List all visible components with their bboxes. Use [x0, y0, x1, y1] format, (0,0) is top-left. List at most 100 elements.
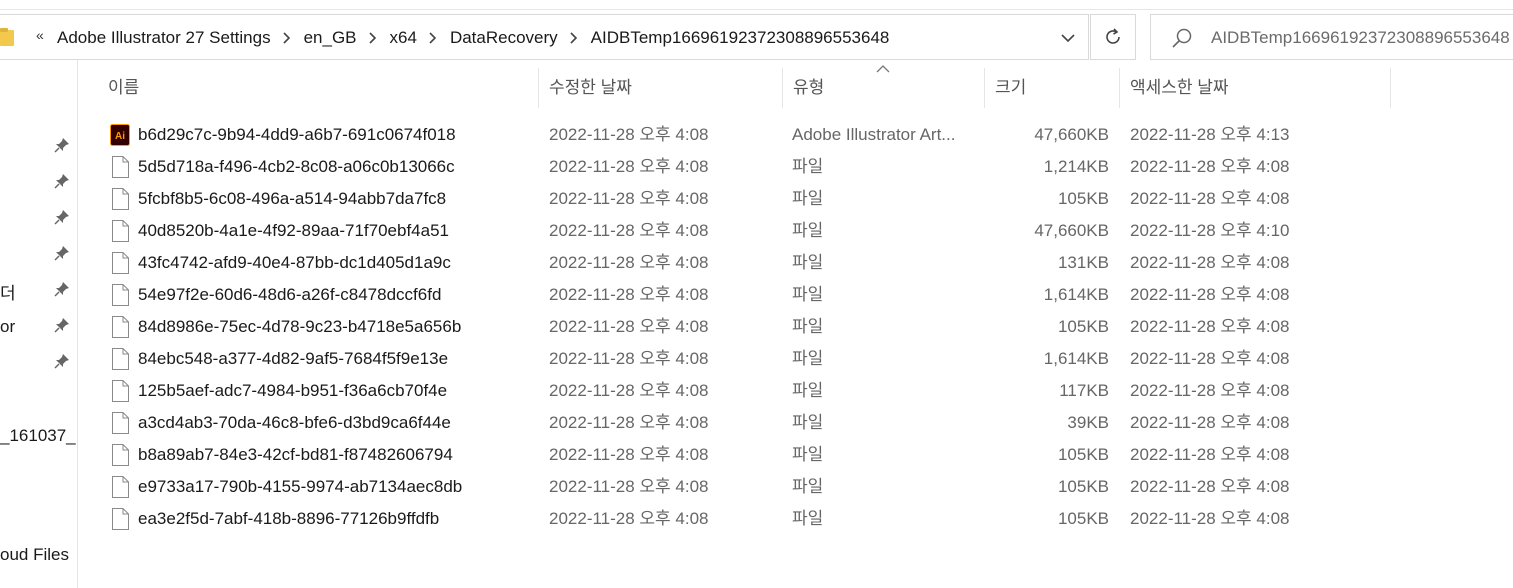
nav-item[interactable]: oud Files — [0, 545, 69, 565]
column-header-type[interactable]: 유형 — [793, 68, 824, 108]
file-type: 파일 — [792, 221, 824, 240]
file-modified-date: 2022-11-28 오후 4:08 — [549, 221, 709, 240]
file-row[interactable]: 43fc4742-afd9-40e4-87bb-dc1d405d1a9c 2022… — [100, 247, 1390, 279]
pin-icon[interactable] — [54, 353, 70, 369]
file-name[interactable]: 54e97f2e-60d6-48d6-a26f-c8478dccf6fd — [138, 279, 441, 311]
search-value: AIDBTemp16696192372308896553648 — [1211, 28, 1510, 47]
file-icon — [112, 220, 129, 242]
file-modified-date: 2022-11-28 오후 4:08 — [549, 253, 709, 272]
file-name[interactable]: a3cd4ab3-70da-46c8-bfe6-d3bd9ca6f44e — [138, 407, 451, 439]
search-input[interactable]: AIDBTemp16696192372308896553648 — [1150, 14, 1513, 60]
file-name[interactable]: 84d8986e-75ec-4d78-9c23-b4718e5a656b — [138, 311, 461, 343]
breadcrumb: Adobe Illustrator 27 Settings en_GB x64 … — [57, 15, 889, 61]
file-modified-date: 2022-11-28 오후 4:08 — [549, 285, 709, 304]
column-header-accessed[interactable]: 액세스한 날짜 — [1130, 68, 1229, 108]
file-modified-date: 2022-11-28 오후 4:08 — [549, 189, 709, 208]
chevron-right-icon[interactable] — [558, 32, 591, 44]
file-modified-date: 2022-11-28 오후 4:08 — [549, 413, 709, 432]
file-icon — [112, 348, 129, 370]
file-name[interactable]: 43fc4742-afd9-40e4-87bb-dc1d405d1a9c — [138, 247, 451, 279]
file-row[interactable]: 5d5d718a-f496-4cb2-8c08-a06c0b13066c 2022… — [100, 151, 1390, 183]
file-name[interactable]: b8a89ab7-84e3-42cf-bd81-f87482606794 — [138, 439, 453, 471]
file-row[interactable]: b8a89ab7-84e3-42cf-bd81-f87482606794 2022… — [100, 439, 1390, 471]
file-modified-date: 2022-11-28 오후 4:08 — [549, 125, 709, 144]
file-row[interactable]: 54e97f2e-60d6-48d6-a26f-c8478dccf6fd 2022… — [100, 279, 1390, 311]
pin-icon[interactable] — [54, 245, 70, 261]
pin-icon[interactable] — [54, 209, 70, 225]
sort-ascending-icon — [876, 65, 890, 73]
file-row[interactable]: 40d8520b-4a1e-4f92-89aa-71f70ebf4a51 2022… — [100, 215, 1390, 247]
column-divider[interactable] — [782, 68, 783, 108]
file-modified-date: 2022-11-28 오후 4:08 — [549, 317, 709, 336]
breadcrumb-item[interactable]: DataRecovery — [450, 28, 558, 48]
column-header-modified[interactable]: 수정한 날짜 — [549, 68, 632, 108]
file-size: 105KB — [1057, 509, 1109, 528]
file-size: 105KB — [1057, 317, 1109, 336]
chevron-right-icon[interactable] — [417, 32, 450, 44]
file-type: Adobe Illustrator Art... — [792, 125, 956, 144]
column-divider[interactable] — [1119, 68, 1120, 108]
file-row[interactable]: a3cd4ab3-70da-46c8-bfe6-d3bd9ca6f44e 2022… — [100, 407, 1390, 439]
column-header-name[interactable]: 이름 — [108, 68, 139, 108]
file-modified-date: 2022-11-28 오후 4:08 — [549, 381, 709, 400]
chevron-right-icon[interactable] — [357, 32, 390, 44]
file-size: 47,660KB — [1034, 125, 1109, 144]
file-size: 1,214KB — [1043, 157, 1109, 176]
file-accessed-date: 2022-11-28 오후 4:08 — [1130, 445, 1290, 464]
svg-text:Ai: Ai — [115, 131, 125, 142]
file-name[interactable]: b6d29c7c-9b94-4dd9-a6b7-691c0674f018 — [138, 119, 456, 151]
file-type: 파일 — [792, 349, 824, 368]
file-name[interactable]: e9733a17-790b-4155-9974-ab7134aec8db — [138, 471, 462, 503]
file-name[interactable]: 5d5d718a-f496-4cb2-8c08-a06c0b13066c — [138, 151, 455, 183]
pin-icon[interactable] — [54, 173, 70, 189]
file-name[interactable]: 5fcbf8b5-6c08-496a-a514-94abb7da7fc8 — [138, 183, 446, 215]
pin-icon[interactable] — [54, 317, 70, 333]
file-size: 105KB — [1057, 189, 1109, 208]
file-row[interactable]: 84ebc548-a377-4d82-9af5-7684f5f9e13e 2022… — [100, 343, 1390, 375]
file-name[interactable]: ea3e2f5d-7abf-418b-8896-77126b9ffdfb — [138, 503, 439, 535]
file-row[interactable]: 84d8986e-75ec-4d78-9c23-b4718e5a656b 2022… — [100, 311, 1390, 343]
file-type: 파일 — [792, 445, 824, 464]
file-accessed-date: 2022-11-28 오후 4:08 — [1130, 413, 1290, 432]
file-type: 파일 — [792, 157, 824, 176]
column-header-size[interactable]: 크기 — [995, 68, 1026, 108]
file-size: 131KB — [1057, 253, 1109, 272]
breadcrumb-item[interactable]: Adobe Illustrator 27 Settings — [57, 28, 271, 48]
breadcrumb-item-current[interactable]: AIDBTemp16696192372308896553648 — [591, 28, 890, 48]
address-bar[interactable]: « Adobe Illustrator 27 Settings en_GB x6… — [0, 14, 1089, 60]
file-size: 1,614KB — [1043, 349, 1109, 368]
file-type: 파일 — [792, 253, 824, 272]
file-icon — [112, 284, 129, 306]
pin-icon[interactable] — [54, 137, 70, 153]
file-type: 파일 — [792, 189, 824, 208]
file-name[interactable]: 84ebc548-a377-4d82-9af5-7684f5f9e13e — [138, 343, 448, 375]
file-row[interactable]: e9733a17-790b-4155-9974-ab7134aec8db 2022… — [100, 471, 1390, 503]
file-row[interactable]: Ai b6d29c7c-9b94-4dd9-a6b7-691c0674f018 20… — [100, 119, 1390, 151]
file-type: 파일 — [792, 317, 824, 336]
file-row[interactable]: ea3e2f5d-7abf-418b-8896-77126b9ffdfb 2022… — [100, 503, 1390, 535]
file-accessed-date: 2022-11-28 오후 4:08 — [1130, 189, 1290, 208]
address-history-dropdown[interactable] — [1052, 15, 1084, 61]
file-row[interactable]: 5fcbf8b5-6c08-496a-a514-94abb7da7fc8 2022… — [100, 183, 1390, 215]
refresh-button[interactable] — [1090, 14, 1136, 60]
breadcrumb-more-icon[interactable]: « — [36, 27, 44, 43]
column-divider[interactable] — [984, 68, 985, 108]
file-icon — [112, 444, 129, 466]
column-divider[interactable] — [1390, 68, 1391, 108]
pin-icon[interactable] — [54, 281, 70, 297]
column-divider[interactable] — [538, 68, 539, 108]
file-modified-date: 2022-11-28 오후 4:08 — [549, 509, 709, 528]
file-name[interactable]: 125b5aef-adc7-4984-b951-f36a6cb70f4e — [138, 375, 447, 407]
nav-item[interactable]: 더 — [0, 279, 16, 304]
file-icon — [112, 508, 129, 530]
window-top-strip — [0, 0, 1513, 10]
nav-item[interactable]: or — [0, 317, 15, 337]
file-name[interactable]: 40d8520b-4a1e-4f92-89aa-71f70ebf4a51 — [138, 215, 449, 247]
file-row[interactable]: 125b5aef-adc7-4984-b951-f36a6cb70f4e 2022… — [100, 375, 1390, 407]
nav-item[interactable]: _161037_ — [0, 426, 76, 446]
breadcrumb-item[interactable]: x64 — [390, 28, 417, 48]
file-icon — [112, 252, 129, 274]
file-modified-date: 2022-11-28 오후 4:08 — [549, 445, 709, 464]
chevron-right-icon[interactable] — [271, 32, 304, 44]
breadcrumb-item[interactable]: en_GB — [304, 28, 357, 48]
